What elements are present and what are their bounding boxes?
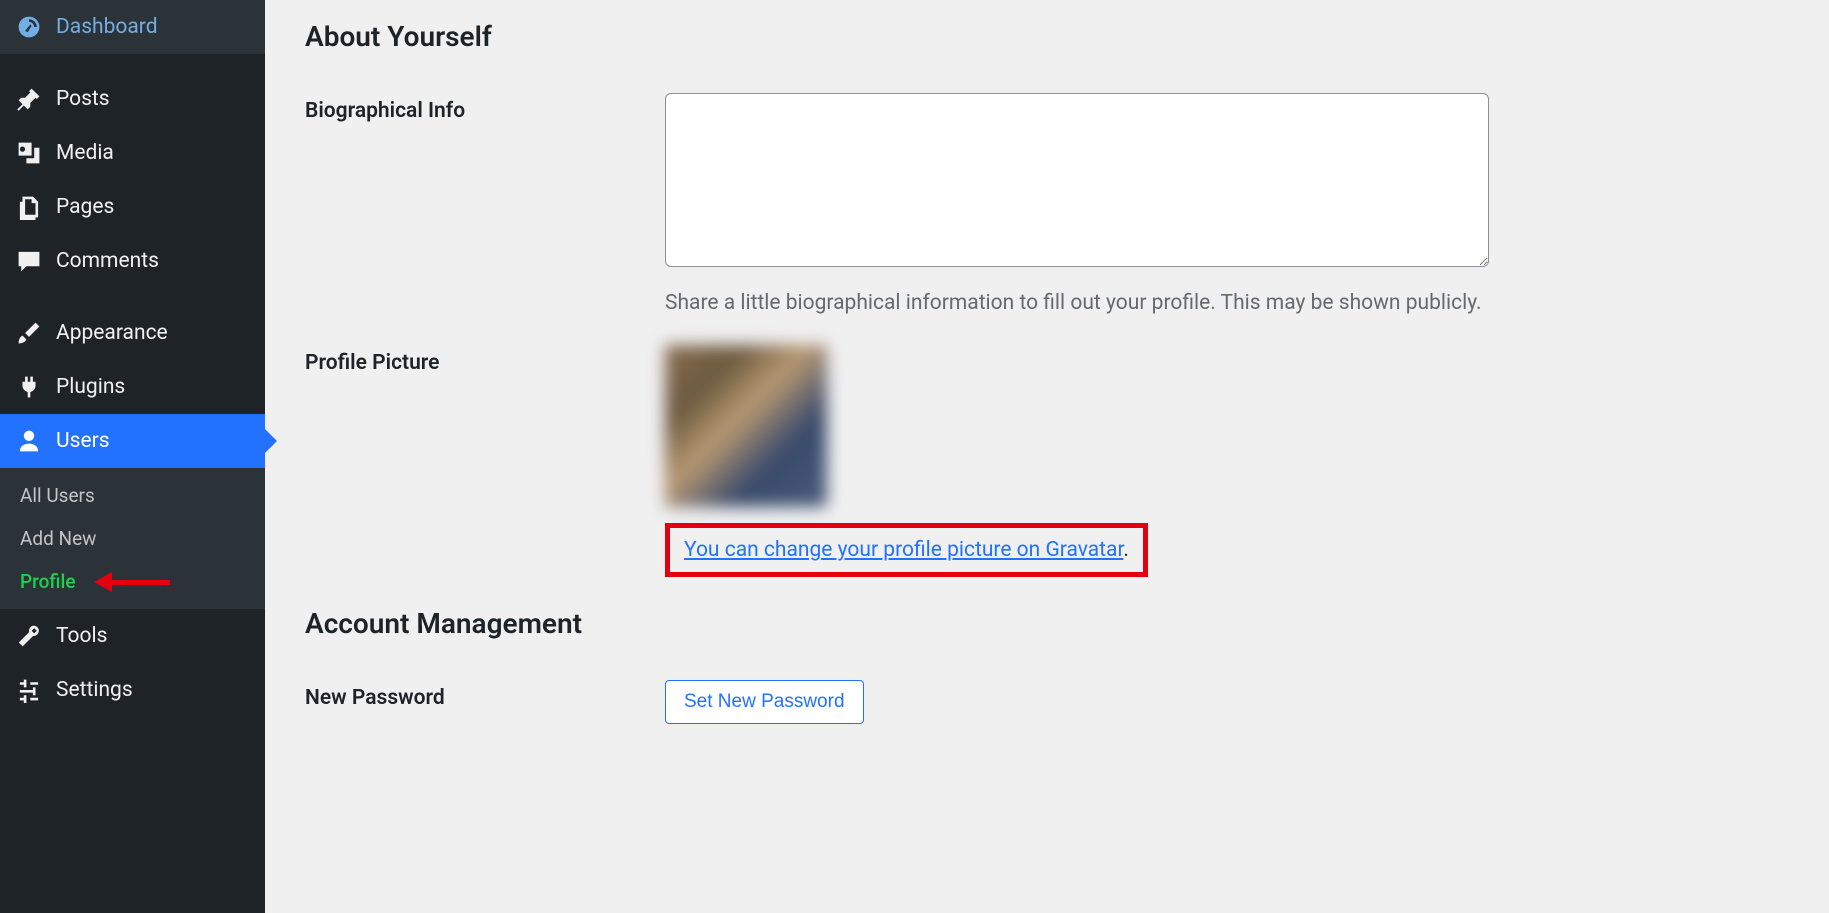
sidebar-item-posts[interactable]: Posts [0, 72, 265, 126]
profile-picture-label: Profile Picture [305, 345, 665, 375]
wrench-icon [16, 623, 42, 649]
sidebar-item-appearance[interactable]: Appearance [0, 306, 265, 360]
sidebar-item-label: Media [56, 141, 114, 165]
sidebar-item-label: Comments [56, 249, 159, 273]
submenu-item-label: Add New [20, 527, 96, 550]
about-section-title: About Yourself [305, 20, 1789, 53]
brush-icon [16, 320, 42, 346]
media-icon [16, 140, 42, 166]
sliders-icon [16, 677, 42, 703]
sidebar-item-label: Pages [56, 195, 114, 219]
submenu-item-label: Profile [20, 570, 76, 593]
plug-icon [16, 374, 42, 400]
submenu-item-profile[interactable]: Profile [0, 560, 265, 603]
annotation-highlight-box: You can change your profile picture on G… [665, 523, 1148, 577]
sidebar-item-dashboard[interactable]: Dashboard [0, 0, 265, 54]
sidebar-item-label: Settings [56, 678, 133, 702]
sidebar-item-label: Tools [56, 624, 107, 648]
sidebar-item-label: Users [56, 429, 110, 453]
main-content: About Yourself Biographical Info Share a… [265, 0, 1829, 913]
admin-sidebar: Dashboard Posts Media Pages Comments App… [0, 0, 265, 913]
sidebar-item-label: Appearance [56, 321, 168, 345]
bio-description: Share a little biographical information … [665, 291, 1789, 315]
bio-row: Biographical Info Share a little biograp… [305, 93, 1789, 315]
sidebar-item-settings[interactable]: Settings [0, 663, 265, 717]
account-section-title: Account Management [305, 607, 1789, 640]
sidebar-item-users[interactable]: Users [0, 414, 265, 468]
sidebar-item-tools[interactable]: Tools [0, 609, 265, 663]
pages-icon [16, 194, 42, 220]
sidebar-item-media[interactable]: Media [0, 126, 265, 180]
user-icon [16, 428, 42, 454]
set-new-password-button[interactable]: Set New Password [665, 680, 864, 724]
sidebar-item-pages[interactable]: Pages [0, 180, 265, 234]
profile-picture-row: Profile Picture You can change your prof… [305, 345, 1789, 577]
users-submenu: All Users Add New Profile [0, 468, 265, 609]
sidebar-item-label: Posts [56, 87, 110, 111]
sidebar-item-label: Plugins [56, 375, 125, 399]
dashboard-icon [16, 14, 42, 40]
submenu-item-label: All Users [20, 484, 95, 507]
new-password-row: New Password Set New Password [305, 680, 1789, 724]
pin-icon [16, 86, 42, 112]
sidebar-item-comments[interactable]: Comments [0, 234, 265, 288]
gravatar-link[interactable]: You can change your profile picture on G… [684, 538, 1123, 562]
bio-label: Biographical Info [305, 93, 665, 123]
bio-textarea[interactable] [665, 93, 1489, 267]
sidebar-item-plugins[interactable]: Plugins [0, 360, 265, 414]
comment-icon [16, 248, 42, 274]
sidebar-item-label: Dashboard [56, 15, 158, 39]
avatar [665, 345, 827, 507]
annotation-arrow-icon [94, 574, 174, 590]
new-password-label: New Password [305, 680, 665, 710]
gravatar-period: . [1123, 538, 1129, 562]
submenu-item-all-users[interactable]: All Users [0, 474, 265, 517]
submenu-item-add-new[interactable]: Add New [0, 517, 265, 560]
